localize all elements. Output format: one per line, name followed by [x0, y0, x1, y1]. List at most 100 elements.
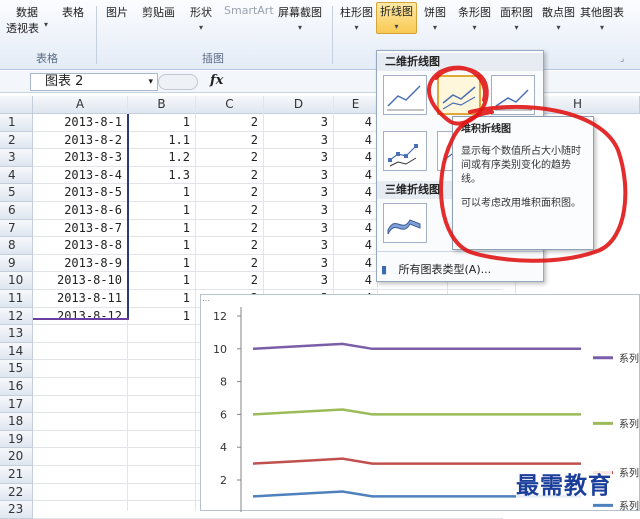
cell-c10[interactable]: 2: [196, 272, 264, 290]
series-line-2[interactable]: [252, 408, 581, 416]
cell-e7[interactable]: 4: [334, 220, 378, 238]
row-header-10[interactable]: 10: [0, 272, 33, 290]
row-header-1[interactable]: 1: [0, 114, 33, 132]
cell-a1[interactable]: 2013-8-1: [33, 114, 128, 132]
column-chart-button[interactable]: 柱形图 ▾: [340, 4, 373, 32]
other-charts-button[interactable]: 其他图表 ▾: [580, 4, 624, 32]
cell-c5[interactable]: 2: [196, 184, 264, 202]
picture-button[interactable]: 图片: [106, 4, 128, 20]
cell-b10[interactable]: 1: [128, 272, 196, 290]
cell-d1[interactable]: 3: [264, 114, 334, 132]
bar-chart-button[interactable]: 条形图 ▾: [458, 4, 491, 32]
cell-b7[interactable]: 1: [128, 220, 196, 238]
column-header-b[interactable]: B: [128, 96, 196, 114]
table-button[interactable]: 表格: [62, 4, 84, 20]
column-header-d[interactable]: D: [264, 96, 334, 114]
line-chart-button[interactable]: 折线图 ▾: [376, 2, 417, 34]
cell-c8[interactable]: 2: [196, 237, 264, 255]
chevron-down-icon[interactable]: ▾: [148, 74, 153, 90]
percent-stacked-line-option[interactable]: [491, 75, 535, 115]
row-header-17[interactable]: 17: [0, 395, 33, 414]
cell-b1[interactable]: 1: [128, 114, 196, 132]
cell-e9[interactable]: 4: [334, 255, 378, 273]
cell-b5[interactable]: 1: [128, 184, 196, 202]
area-chart-button[interactable]: 面积图 ▾: [500, 4, 533, 32]
cell-e6[interactable]: 4: [334, 202, 378, 220]
cell-d10[interactable]: 3: [264, 272, 334, 290]
cell-a4[interactable]: 2013-8-4: [33, 167, 128, 185]
row-header-23[interactable]: 23: [0, 501, 33, 519]
row-header-12[interactable]: 12: [0, 307, 33, 326]
cell-b4[interactable]: 1.3: [128, 167, 196, 185]
row-header-5[interactable]: 5: [0, 184, 33, 202]
row-header-9[interactable]: 9: [0, 254, 33, 273]
cell-b3[interactable]: 1.2: [128, 149, 196, 167]
column-header-c[interactable]: C: [196, 96, 264, 114]
row-header-18[interactable]: 18: [0, 413, 33, 431]
shapes-button[interactable]: 形状 ▾: [190, 4, 212, 32]
row-header-6[interactable]: 6: [0, 202, 33, 220]
cell-d7[interactable]: 3: [264, 220, 334, 238]
cell-e4[interactable]: 4: [334, 167, 378, 185]
cell-e2[interactable]: 4: [334, 132, 378, 150]
row-header-20[interactable]: 20: [0, 448, 33, 466]
cell-d4[interactable]: 3: [264, 167, 334, 185]
cell-a10[interactable]: 2013-8-10: [33, 272, 128, 290]
cell-d8[interactable]: 3: [264, 237, 334, 255]
3d-line-chart-option[interactable]: [383, 203, 427, 243]
line-chart-option[interactable]: [383, 75, 427, 115]
cell-a8[interactable]: 2013-8-8: [33, 237, 128, 255]
row-header-16[interactable]: 16: [0, 378, 33, 396]
all-chart-types-link[interactable]: ▮ 所有图表类型(A)...: [381, 261, 491, 277]
select-all-corner[interactable]: [0, 96, 33, 114]
insert-function-icon[interactable]: fx: [210, 73, 223, 88]
pie-chart-button[interactable]: 饼图 ▾: [424, 4, 446, 32]
row-header-3[interactable]: 3: [0, 149, 33, 167]
cell-a3[interactable]: 2013-8-3: [33, 149, 128, 167]
cell-c4[interactable]: 2: [196, 167, 264, 185]
pivot-table-button[interactable]: 数据 透视表 ▾: [6, 4, 48, 36]
row-header-4[interactable]: 4: [0, 166, 33, 185]
row-header-8[interactable]: 8: [0, 237, 33, 255]
screenshot-button[interactable]: 屏幕截图 ▾: [278, 4, 322, 32]
cell-c6[interactable]: 2: [196, 202, 264, 220]
cell-d5[interactable]: 3: [264, 184, 334, 202]
cell-c9[interactable]: 2: [196, 255, 264, 273]
cell-d3[interactable]: 3: [264, 149, 334, 167]
cell-a9[interactable]: 2013-8-9: [33, 255, 128, 273]
cell-e10[interactable]: 4: [334, 272, 378, 290]
cell-a11[interactable]: 2013-8-11: [33, 290, 128, 308]
cell-c1[interactable]: 2: [196, 114, 264, 132]
line-markers-option[interactable]: [383, 131, 427, 171]
clipart-button[interactable]: 剪贴画: [142, 4, 175, 20]
column-header-e[interactable]: E: [334, 96, 378, 114]
cell-d6[interactable]: 3: [264, 202, 334, 220]
cell-a6[interactable]: 2013-8-6: [33, 202, 128, 220]
stacked-line-chart-option[interactable]: [437, 75, 481, 115]
cell-c7[interactable]: 2: [196, 220, 264, 238]
cell-b12[interactable]: 1: [128, 308, 196, 326]
cell-a7[interactable]: 2013-8-7: [33, 220, 128, 238]
row-header-15[interactable]: 15: [0, 360, 33, 378]
column-header-a[interactable]: A: [33, 96, 128, 114]
cell-b9[interactable]: 1: [128, 255, 196, 273]
cell-b2[interactable]: 1.1: [128, 132, 196, 150]
row-header-11[interactable]: 11: [0, 290, 33, 308]
row-header-14[interactable]: 14: [0, 342, 33, 361]
cell-c2[interactable]: 2: [196, 132, 264, 150]
formula-expand-control[interactable]: [158, 74, 198, 90]
series-line-3[interactable]: [252, 457, 581, 465]
smartart-button[interactable]: SmartArt: [224, 4, 274, 17]
cell-b11[interactable]: 1: [128, 290, 196, 308]
cell-b8[interactable]: 1: [128, 237, 196, 255]
chart-resize-handle[interactable]: ⋯: [202, 296, 210, 305]
cell-e5[interactable]: 4: [334, 184, 378, 202]
cell-e1[interactable]: 4: [334, 114, 378, 132]
cell-d2[interactable]: 3: [264, 132, 334, 150]
cell-c3[interactable]: 2: [196, 149, 264, 167]
cell-e3[interactable]: 4: [334, 149, 378, 167]
cell-a5[interactable]: 2013-8-5: [33, 184, 128, 202]
row-header-22[interactable]: 22: [0, 483, 33, 502]
cell-a2[interactable]: 2013-8-2: [33, 132, 128, 150]
series-line-1[interactable]: [252, 342, 581, 351]
